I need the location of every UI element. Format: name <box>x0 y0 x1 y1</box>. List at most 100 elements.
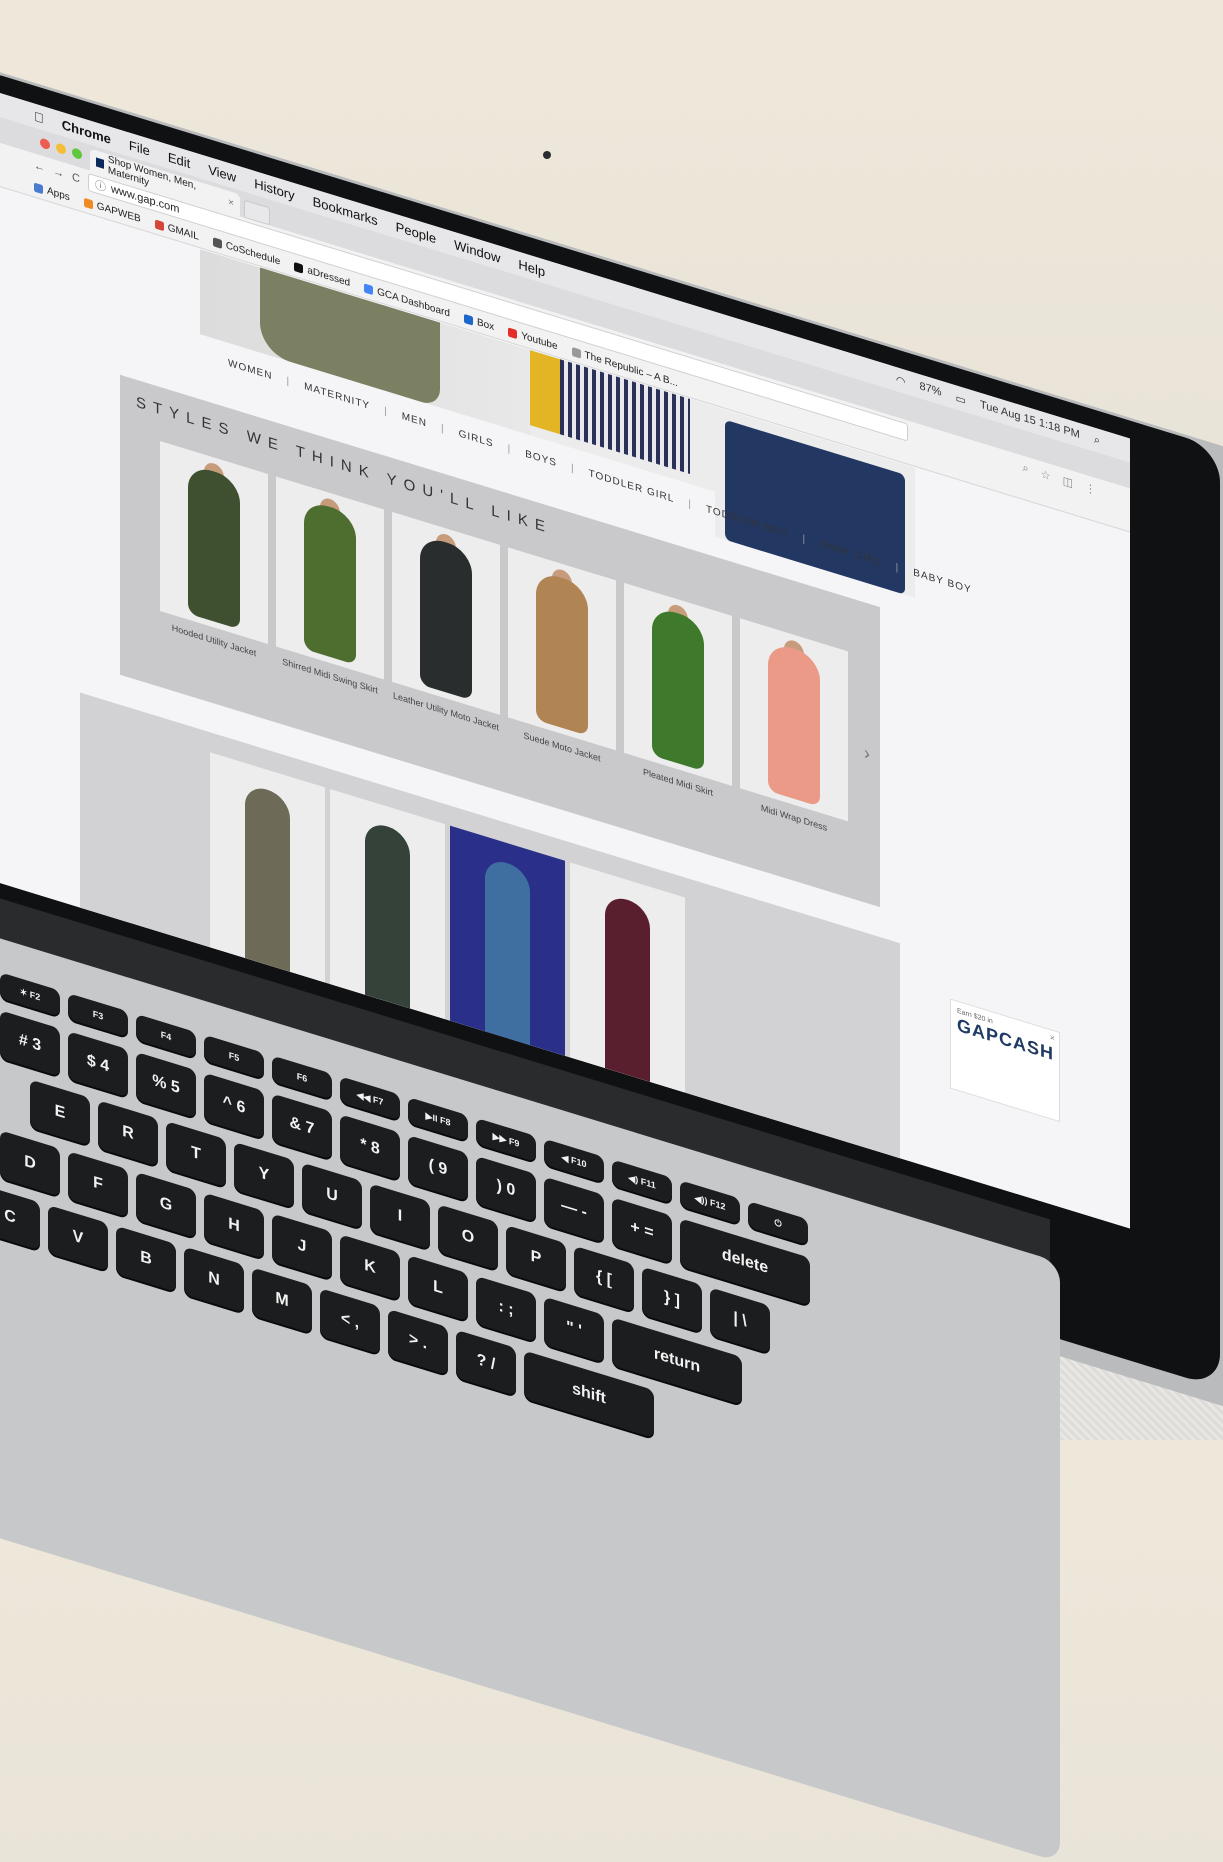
gap-favicon-icon <box>96 156 104 169</box>
key-slash[interactable]: ? / <box>456 1329 516 1396</box>
menu-file[interactable]: File <box>129 137 150 158</box>
look-tile[interactable] <box>210 752 325 988</box>
close-icon[interactable]: × <box>1050 1032 1055 1044</box>
key-k[interactable]: K <box>340 1234 400 1301</box>
zoom-icon[interactable]: ⌕ <box>1023 461 1029 476</box>
close-window-button[interactable] <box>40 137 50 151</box>
key-f[interactable]: F <box>68 1151 128 1218</box>
key-t[interactable]: T <box>166 1120 226 1188</box>
product-name[interactable]: Pleated Midi Skirt <box>624 761 732 804</box>
look-image <box>605 893 650 1087</box>
product-name[interactable]: Suede Moto Jacket <box>508 725 616 768</box>
key-4[interactable]: $ 4 <box>68 1031 128 1098</box>
nav-separator: | <box>286 375 291 388</box>
look-tile[interactable] <box>570 862 685 1098</box>
product-image <box>768 640 820 807</box>
product-image <box>188 463 240 630</box>
tab-close-icon[interactable]: × <box>228 196 234 209</box>
key-m[interactable]: M <box>252 1267 312 1334</box>
nav-baby-boy[interactable]: BABY BOY <box>913 567 971 596</box>
key-0[interactable]: ) 0 <box>476 1155 536 1223</box>
key-l[interactable]: L <box>408 1254 468 1322</box>
key-period[interactable]: > . <box>388 1308 448 1376</box>
minimize-window-button[interactable] <box>56 142 66 156</box>
key-o[interactable]: O <box>438 1204 498 1271</box>
star-icon[interactable]: ☆ <box>1041 467 1051 483</box>
key-equals[interactable]: + = <box>612 1197 672 1264</box>
menu-help[interactable]: Help <box>518 256 545 279</box>
product-name[interactable]: Leather Utility Moto Jacket <box>392 690 500 733</box>
product-card[interactable]: Shirred Midi Swing Skirt <box>276 476 384 696</box>
hero-yellow-jacket <box>530 350 560 435</box>
key-b[interactable]: B <box>116 1225 176 1293</box>
key-r[interactable]: R <box>98 1100 158 1167</box>
gapcash-promo[interactable]: × Earn $20 in GAPCASH <box>950 998 1060 1123</box>
product-card[interactable]: Leather Utility Moto Jacket <box>392 511 500 733</box>
gapweb-icon <box>83 197 93 210</box>
nav-separator: | <box>688 498 692 511</box>
key-p[interactable]: P <box>506 1224 566 1292</box>
extension-icon[interactable]: ◫ <box>1063 473 1073 489</box>
key-y[interactable]: Y <box>234 1141 294 1209</box>
key-minus[interactable]: — - <box>544 1176 604 1243</box>
product-name[interactable]: Midi Wrap Dress <box>740 796 848 839</box>
reload-icon[interactable]: C <box>72 171 80 185</box>
key-8[interactable]: * 8 <box>340 1114 400 1181</box>
key-g[interactable]: G <box>136 1171 196 1239</box>
menu-dots-icon[interactable]: ⋮ <box>1085 480 1096 496</box>
key-6[interactable]: ^ 6 <box>204 1072 264 1139</box>
key-j[interactable]: J <box>272 1213 332 1280</box>
battery-percent[interactable]: 87% <box>920 380 942 400</box>
key-quote[interactable]: " ' <box>544 1296 604 1363</box>
nav-women[interactable]: WOMEN <box>228 358 272 383</box>
apple-icon[interactable]:  <box>34 108 44 126</box>
key-5[interactable]: % 5 <box>136 1051 196 1119</box>
product-name[interactable]: Hooded Utility Jacket <box>160 619 268 662</box>
nav-men[interactable]: MEN <box>402 411 427 430</box>
search-icon[interactable]: ⌕ <box>1094 433 1100 448</box>
nav-separator: | <box>507 443 512 456</box>
key-open-bracket[interactable]: { [ <box>574 1245 634 1313</box>
carousel-next-arrow-icon[interactable]: › <box>864 742 870 765</box>
page-icon <box>571 346 581 359</box>
bookmark-box[interactable]: Box <box>463 313 495 334</box>
key-c[interactable]: C <box>0 1184 40 1251</box>
key-3[interactable]: # 3 <box>0 1010 60 1077</box>
look-tile[interactable] <box>450 825 565 1061</box>
key-7[interactable]: & 7 <box>272 1093 332 1160</box>
key-e[interactable]: E <box>30 1079 90 1146</box>
nav-boys[interactable]: BOYS <box>525 449 557 470</box>
key-n[interactable]: N <box>184 1246 244 1313</box>
key-9[interactable]: ( 9 <box>408 1134 468 1202</box>
battery-icon[interactable]: ▭ <box>956 391 966 407</box>
key-d[interactable]: D <box>0 1130 60 1197</box>
laptop:  Chrome File Edit View History Bookmark… <box>0 0 1223 1862</box>
product-card[interactable]: Pleated Midi Skirt <box>624 582 732 798</box>
nav-maternity[interactable]: MATERNITY <box>304 381 370 412</box>
key-v[interactable]: V <box>48 1204 108 1272</box>
look-tile[interactable] <box>330 788 445 1025</box>
key-i[interactable]: I <box>370 1183 430 1250</box>
product-card[interactable]: Hooded Utility Jacket <box>160 440 268 658</box>
zoom-window-button[interactable] <box>72 147 82 161</box>
forward-arrow-icon[interactable]: → <box>53 165 64 180</box>
look-image <box>245 782 290 977</box>
product-name[interactable]: Shirred Midi Swing Skirt <box>276 654 384 697</box>
key-close-bracket[interactable]: } ] <box>642 1266 702 1333</box>
bookmark-label: Box <box>476 316 495 334</box>
youtube-icon <box>508 327 518 340</box>
nav-separator: | <box>802 533 807 546</box>
menu-edit[interactable]: Edit <box>168 149 190 171</box>
back-arrow-icon[interactable]: ← <box>34 159 45 174</box>
key-backslash[interactable]: | \ <box>710 1287 770 1354</box>
key-comma[interactable]: < , <box>320 1288 380 1355</box>
product-card[interactable]: Suede Moto Jacket <box>508 547 616 764</box>
product-image <box>536 569 588 736</box>
key-u[interactable]: U <box>302 1162 362 1229</box>
key-semicolon[interactable]: : ; <box>476 1275 536 1343</box>
key-h[interactable]: H <box>204 1192 264 1259</box>
nav-separator: | <box>440 422 445 435</box>
product-card[interactable]: Midi Wrap Dress <box>740 618 848 833</box>
nav-girls[interactable]: GIRLS <box>459 428 494 450</box>
wifi-icon[interactable]: ◠ <box>896 372 906 388</box>
